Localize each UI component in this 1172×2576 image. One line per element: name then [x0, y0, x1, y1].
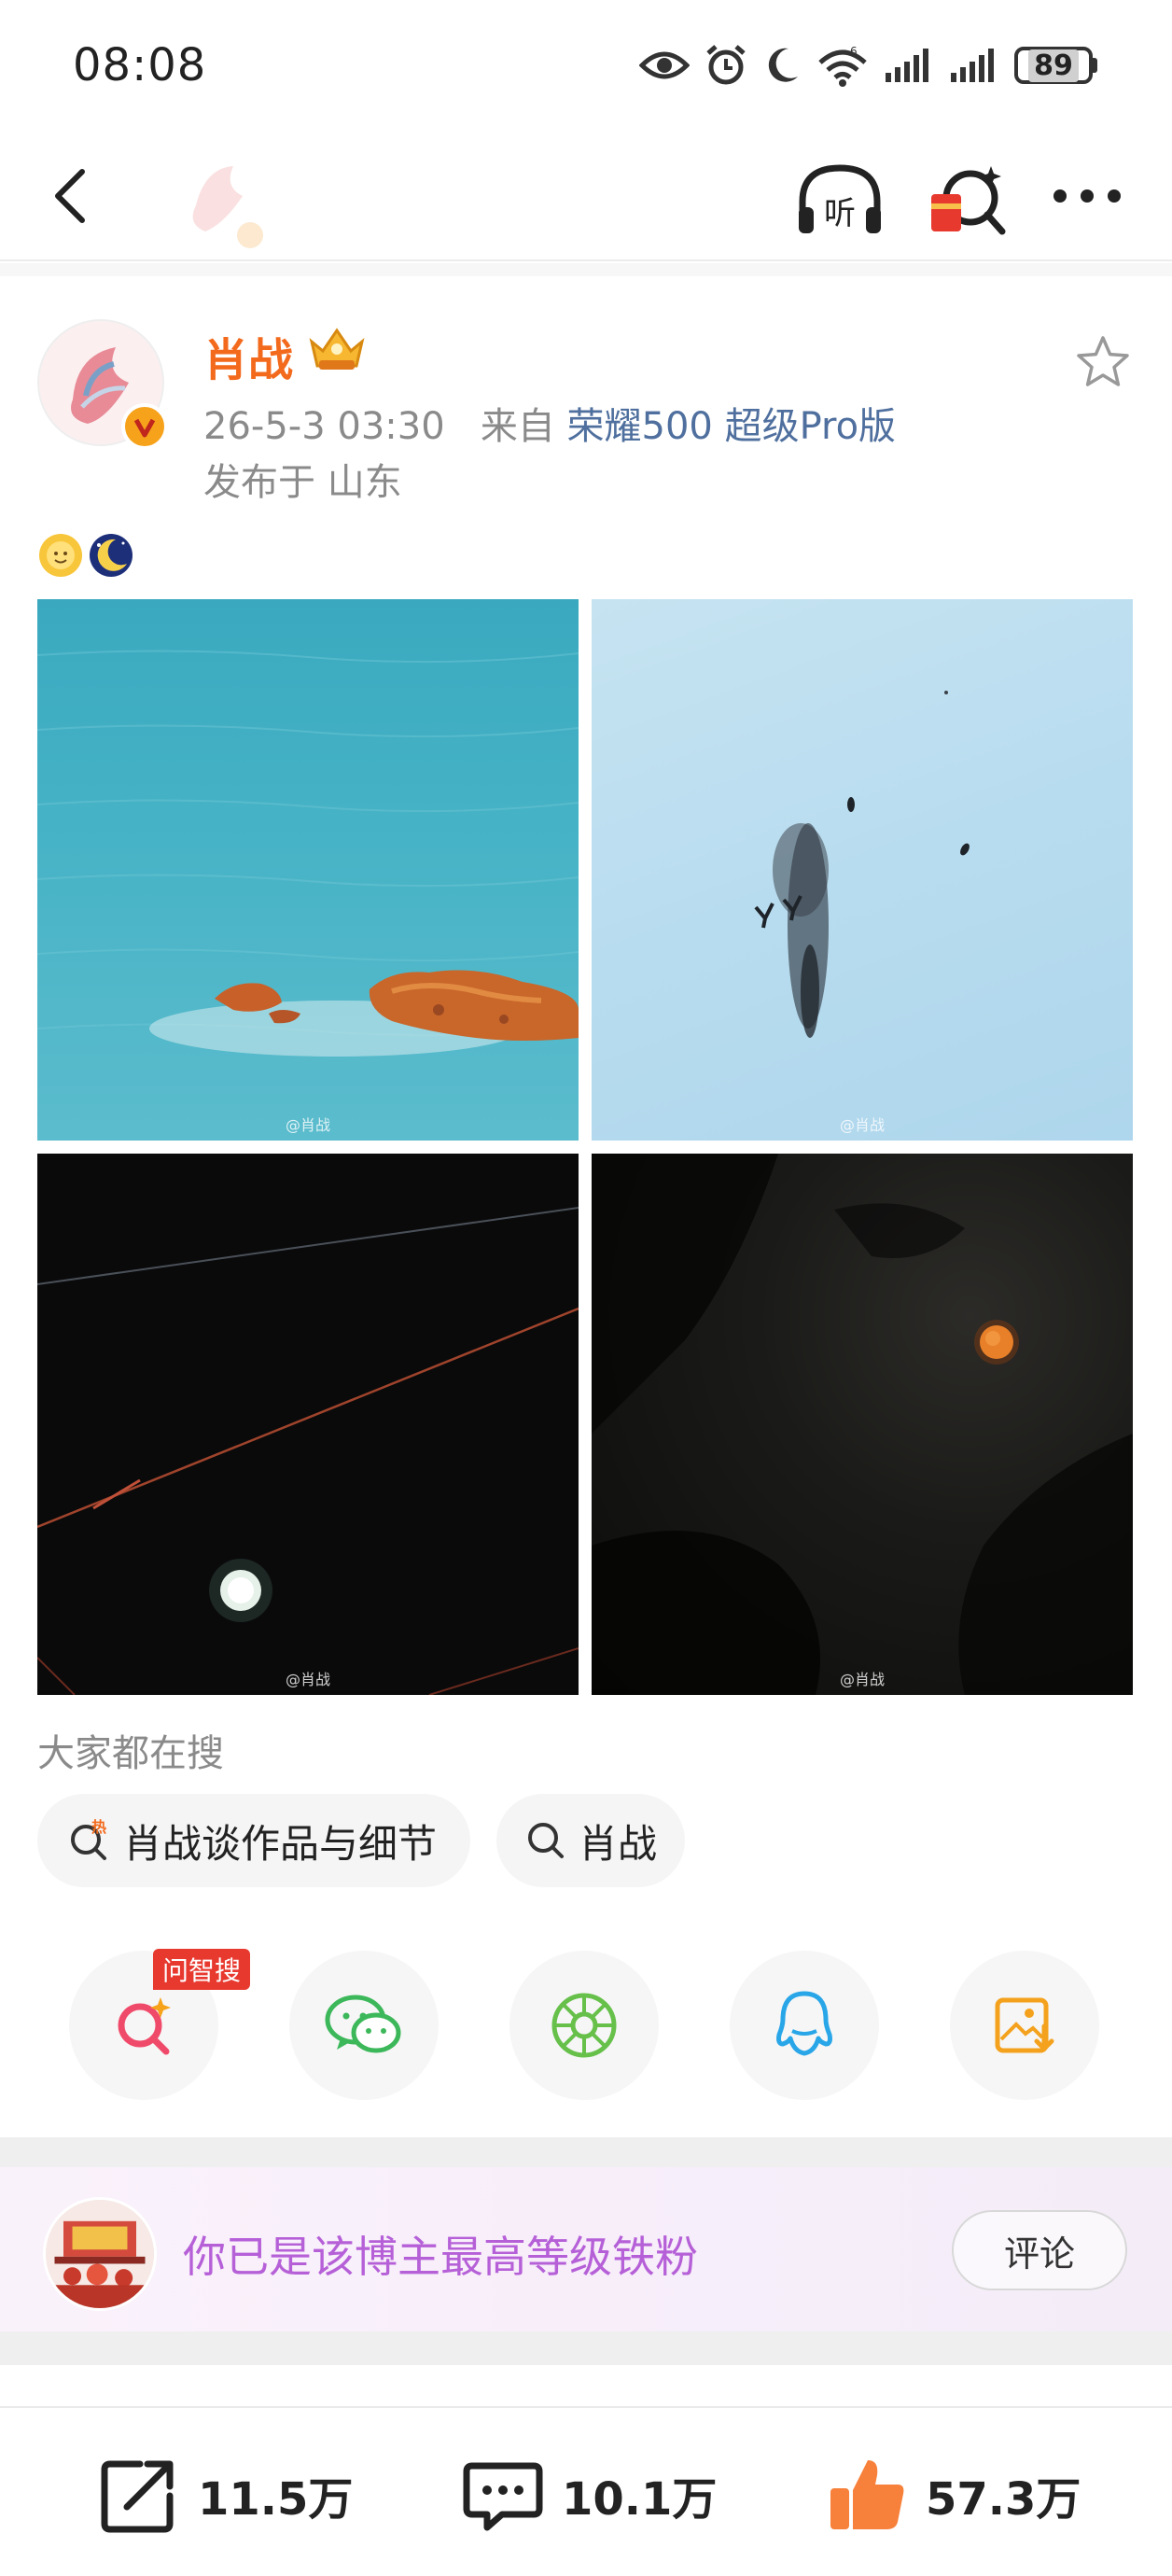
repost-count: 11.5万 — [198, 2473, 354, 2526]
post-image-orange-moon[interactable]: @肖战 — [592, 1154, 1133, 1695]
more-icon[interactable] — [1045, 168, 1129, 224]
comment-button[interactable]: 评论 — [952, 2210, 1127, 2290]
sun-emoji-icon — [39, 534, 82, 577]
post-time: 26-5-3 03:30 — [203, 405, 445, 448]
post-source[interactable]: 荣耀500 超级Pro版 — [567, 405, 897, 448]
moon-icon — [768, 48, 798, 82]
save-image-icon — [995, 1997, 1054, 2053]
ai-search-tag: 问智搜 — [153, 1949, 251, 1990]
save-image-share-button[interactable] — [950, 1951, 1099, 2100]
top-nav-bar: 听 — [0, 131, 1172, 261]
post-meta: 26-5-3 03:30 来自 荣耀500 超级Pro版 — [203, 396, 896, 450]
search-chip[interactable]: 肖战 — [496, 1794, 685, 1887]
hot-search-icon: 热 — [71, 1818, 106, 1860]
fan-status-bar: 你已是该博主最高等级铁粉 评论 — [0, 2167, 1172, 2331]
fan-status-text: 你已是该博主最高等级铁粉 — [183, 2232, 698, 2282]
fan-avatar[interactable] — [43, 2197, 157, 2311]
status-bar: 08:08 6 89 — [0, 0, 1172, 131]
author-name[interactable]: 肖战 — [203, 323, 293, 388]
moments-share-button[interactable] — [509, 1951, 659, 2100]
red-packet-search-icon[interactable] — [924, 157, 1008, 241]
moments-icon — [551, 1993, 617, 2058]
like-thumb-icon — [830, 2460, 904, 2529]
post-image-sea-rocks[interactable]: @肖战 — [37, 599, 579, 1141]
back-icon[interactable] — [37, 159, 112, 233]
qq-icon — [776, 1991, 832, 2056]
repost-icon — [101, 2460, 174, 2533]
post-image-night-moon[interactable]: @肖战 — [37, 1154, 579, 1695]
comment-action-button[interactable]: 10.1万 — [461, 2453, 717, 2537]
favorite-star-icon[interactable] — [1073, 332, 1133, 392]
alarm-icon — [706, 45, 746, 85]
hot-search-chip[interactable]: 热 肖战谈作品与细节 — [37, 1794, 470, 1887]
divider — [0, 263, 1172, 276]
wechat-icon — [325, 1995, 401, 2053]
post-emojis — [37, 532, 134, 579]
search-icon — [528, 1823, 564, 1858]
image-watermark: @肖战 — [839, 1671, 886, 1688]
verified-badge-icon — [121, 403, 168, 450]
battery-indicator: 89 — [1014, 47, 1097, 84]
listen-icon[interactable]: 听 — [793, 159, 886, 243]
image-watermark: @肖战 — [285, 1116, 331, 1134]
battery-level: 89 — [1028, 49, 1079, 82]
moon-emoji-icon — [90, 534, 133, 577]
qq-share-button[interactable] — [730, 1951, 879, 2100]
section-divider — [0, 2331, 1172, 2365]
bottom-action-bar: 11.5万 10.1万 57.3万 — [0, 2406, 1172, 2576]
image-watermark: @肖战 — [839, 1116, 886, 1134]
like-count: 57.3万 — [926, 2473, 1081, 2526]
signal-icon — [886, 49, 928, 82]
source-prefix: 来自 — [480, 405, 555, 448]
status-icons: 6 89 — [639, 37, 1097, 93]
comment-icon — [463, 2462, 543, 2531]
hot-search-title: 大家都在搜 — [37, 1732, 224, 1775]
post-location: 发布于 山东 — [203, 461, 402, 504]
post-image-sky-birds[interactable]: @肖战 — [592, 599, 1133, 1141]
image-watermark: @肖战 — [285, 1671, 331, 1688]
nav-avatar[interactable] — [168, 149, 271, 252]
comment-count: 10.1万 — [562, 2473, 718, 2526]
section-divider — [0, 2137, 1172, 2167]
ai-search-icon — [118, 1997, 171, 2055]
eye-icon — [639, 51, 690, 79]
signal-icon — [951, 49, 994, 82]
wifi-icon: 6 — [818, 45, 867, 87]
listen-glyph: 听 — [824, 195, 856, 232]
search-chip-label: 肖战 — [579, 1820, 658, 1867]
wechat-share-button[interactable] — [289, 1951, 439, 2100]
repost-button[interactable]: 11.5万 — [97, 2453, 353, 2537]
crown-vip-icon[interactable] — [306, 323, 368, 375]
hot-search-chip-label: 肖战谈作品与细节 — [123, 1820, 438, 1867]
like-button[interactable]: 57.3万 — [825, 2453, 1081, 2537]
svg-text:热: 热 — [91, 1818, 106, 1836]
status-time: 08:08 — [73, 39, 207, 91]
